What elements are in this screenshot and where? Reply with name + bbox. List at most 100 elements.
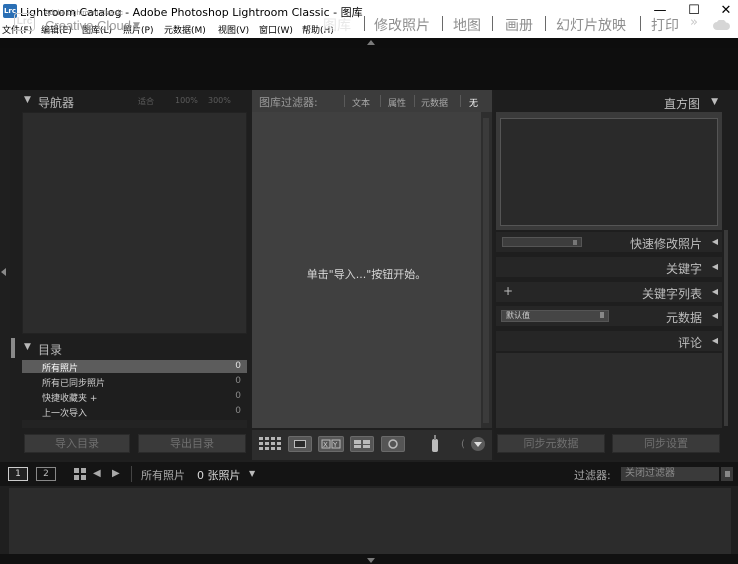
filter-metadata-option[interactable]: 元数据 — [421, 96, 448, 109]
module-develop[interactable]: 修改照片 — [374, 15, 430, 35]
module-map[interactable]: 地图 — [453, 15, 481, 35]
catalog-row-label: 上一次导入 — [42, 409, 88, 419]
metadata-header[interactable]: 默认值 元数据 ◀ — [496, 306, 722, 326]
expand-arrow-icon[interactable]: ◀ — [712, 336, 718, 345]
keyword-list-header[interactable]: + 关键字列表 ◀ — [496, 282, 722, 302]
catalog-row-count: 0 — [235, 391, 241, 401]
identity-plate-bar — [0, 48, 738, 90]
identity-dropdown-icon[interactable]: ▼ — [133, 21, 140, 31]
sync-settings-button[interactable]: 同步设置 — [612, 434, 720, 453]
module-separator — [364, 16, 365, 31]
top-panel-toggle-icon[interactable] — [367, 40, 375, 45]
catalog-row-previous-import[interactable]: 上一次导入 0 — [22, 405, 247, 419]
zoom-fit-option[interactable]: 适合 — [138, 96, 154, 107]
zoom-100-option[interactable]: 100% — [175, 96, 198, 105]
expand-arrow-icon[interactable]: ◀ — [712, 287, 718, 296]
menu-view[interactable]: 视图(V) — [218, 23, 249, 36]
catalog-row-count: 0 — [235, 376, 241, 386]
navigator-preview[interactable] — [22, 112, 247, 334]
filter-separator — [460, 95, 461, 107]
module-separator — [640, 16, 641, 31]
histogram-title: 直方图 — [663, 97, 700, 111]
back-arrow-icon[interactable]: ◀ — [93, 468, 101, 479]
filmstrip-source-label[interactable]: 所有照片 — [141, 467, 185, 483]
library-filter-label: 图库过滤器: — [259, 96, 318, 109]
right-panel-scrollbar[interactable] — [724, 230, 728, 426]
left-panel-scrollbar[interactable] — [11, 338, 15, 358]
filter-text-option[interactable]: 文本 — [352, 96, 370, 109]
module-separator — [492, 16, 493, 31]
select-spinner-icon — [600, 312, 604, 318]
histogram-header[interactable]: 直方图 ▼ — [494, 92, 722, 112]
secondary-display-button[interactable]: 2 — [36, 467, 56, 481]
keyword-list-title: 关键字列表 — [641, 287, 702, 301]
menu-window[interactable]: 窗口(W) — [259, 23, 293, 36]
survey-view-icon[interactable] — [350, 436, 374, 452]
catalog-row-quick-collection[interactable]: 快捷收藏夹 + 0 — [22, 390, 247, 404]
catalog-row-label: 所有照片 — [42, 364, 79, 374]
close-button[interactable]: ✕ — [706, 0, 738, 22]
source-dropdown-icon[interactable]: ▼ — [249, 469, 255, 478]
quick-develop-header[interactable]: 快速修改照片 ◀ — [496, 232, 722, 252]
import-catalog-button[interactable]: 导入目录 — [24, 434, 130, 453]
comments-title: 评论 — [677, 336, 702, 350]
expand-arrow-icon[interactable]: ◀ — [712, 237, 718, 246]
expand-arrow-icon[interactable]: ◀ — [712, 262, 718, 271]
catalog-row-count: 0 — [235, 406, 241, 416]
compare-view-icon[interactable]: X Y — [318, 436, 344, 452]
zoom-300-option[interactable]: 300% — [208, 96, 231, 105]
module-separator — [545, 16, 546, 31]
catalog-title: 目录 — [38, 343, 63, 357]
bottom-panel-toggle-icon[interactable] — [367, 558, 375, 563]
cloud-sync-icon[interactable] — [713, 19, 731, 33]
lrc-logo-icon: Lrc — [14, 13, 35, 31]
filmstrip-separator — [131, 466, 132, 482]
collapse-arrow-icon[interactable]: ▼ — [24, 95, 31, 105]
filmstrip[interactable] — [9, 488, 731, 554]
catalog-row-synced[interactable]: 所有已同步照片 0 — [22, 375, 247, 389]
export-catalog-button[interactable]: 导出目录 — [138, 434, 246, 453]
filter-separator — [380, 95, 381, 107]
module-slideshow[interactable]: 幻灯片放映 — [556, 15, 626, 35]
catalog-row-label: 所有已同步照片 — [42, 379, 106, 389]
filter-separator — [344, 95, 345, 107]
metadata-preset-select[interactable]: 默认值 — [501, 310, 609, 322]
filmstrip-filter-select[interactable]: 关闭过滤器 — [621, 467, 719, 481]
collapse-arrow-icon[interactable]: ▼ — [711, 97, 718, 107]
filter-attribute-option[interactable]: 属性 — [388, 96, 406, 109]
catalog-header[interactable]: ▼ 目录 — [20, 339, 248, 359]
quick-develop-title: 快速修改照片 — [629, 237, 702, 251]
module-print[interactable]: 打印 — [651, 15, 679, 35]
people-view-icon[interactable] — [381, 436, 405, 452]
filter-none-option[interactable]: 无 — [469, 96, 478, 109]
forward-arrow-icon[interactable]: ▶ — [112, 468, 120, 479]
catalog-row-all-photos[interactable]: 所有照片 0 — [22, 360, 247, 374]
toolbar-paren-icon: ( — [461, 439, 465, 450]
menu-metadata[interactable]: 元数据(M) — [164, 23, 206, 36]
module-library[interactable]: 图库 — [323, 15, 351, 35]
sync-metadata-button[interactable]: 同步元数据 — [497, 434, 605, 453]
brand-product-name: Adobe Lightroom Classic — [45, 10, 123, 17]
svg-text:X: X — [323, 441, 328, 449]
grid-view-icon[interactable] — [74, 468, 86, 483]
expand-arrow-icon[interactable]: ◀ — [712, 311, 718, 320]
catalog-row-count: 0 — [235, 361, 241, 371]
collapse-arrow-icon[interactable]: ▼ — [24, 342, 31, 352]
add-keyword-icon[interactable]: + — [503, 284, 513, 298]
keywording-header[interactable]: 关键字 ◀ — [496, 257, 722, 277]
grid-view-icon[interactable] — [259, 437, 281, 451]
more-modules-button[interactable]: » — [690, 15, 698, 30]
filmstrip-photo-count[interactable]: 0 张照片 — [197, 467, 241, 483]
primary-display-button[interactable]: 1 — [8, 467, 28, 481]
brand-identity-plate[interactable]: Creative Cloud — [45, 18, 131, 33]
module-separator — [442, 16, 443, 31]
comments-header[interactable]: 评论 ◀ — [496, 331, 722, 351]
grid-scrollbar-thumb[interactable] — [483, 118, 489, 423]
left-panel-toggle-icon[interactable] — [1, 268, 6, 276]
painter-icon[interactable] — [430, 435, 440, 453]
loupe-view-icon[interactable] — [288, 436, 312, 452]
filter-lock-icon[interactable] — [721, 467, 733, 481]
module-book[interactable]: 画册 — [505, 15, 533, 35]
toolbar-options-icon[interactable] — [471, 437, 485, 451]
saved-preset-select[interactable] — [502, 237, 582, 247]
